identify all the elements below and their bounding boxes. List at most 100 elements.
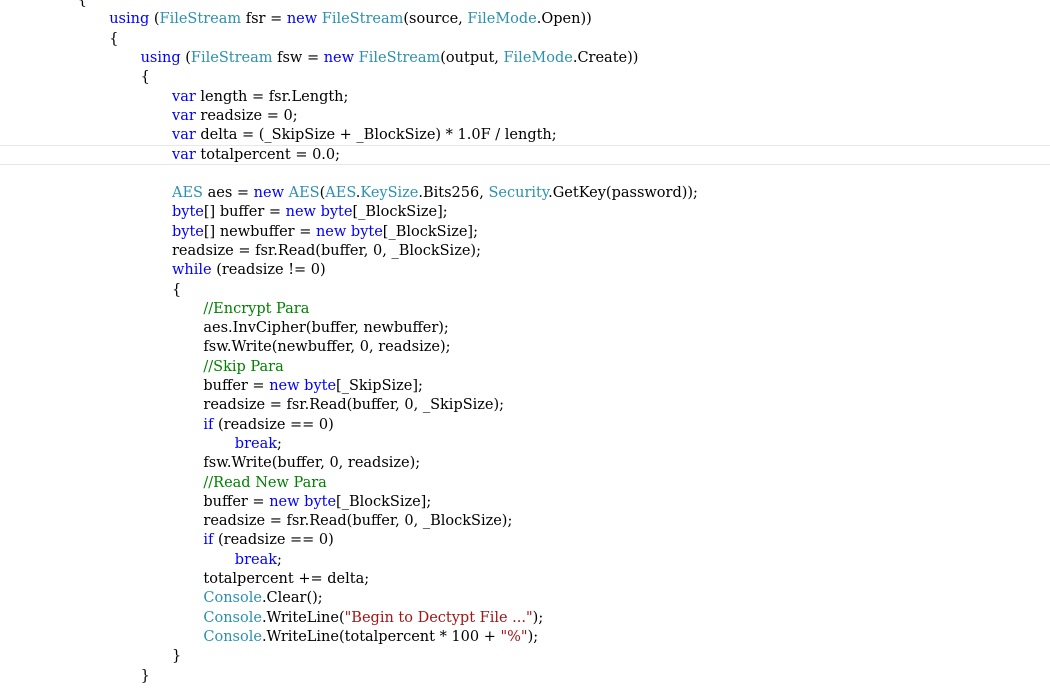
code-token-keyword: byte	[304, 493, 337, 510]
code-token-plain: readsize = fsr.Read(buffer, 0, _SkipSize…	[203, 397, 505, 414]
code-token-keyword: if	[203, 532, 214, 549]
code-token-plain: .Open))	[536, 11, 592, 28]
code-editor[interactable]: {using (FileStream fsr = new FileStream(…	[0, 0, 1050, 691]
code-line[interactable]: using (FileStream fsr = new FileStream(s…	[0, 10, 1050, 29]
code-line[interactable]: fsw.Write(buffer, 0, readsize);	[0, 454, 1050, 473]
code-token-plain: buffer =	[203, 493, 270, 510]
code-token-plain: [_BlockSize];	[382, 223, 478, 240]
code-token-plain: [_SkipSize];	[336, 378, 423, 394]
code-token-plain: ;	[277, 435, 282, 452]
code-token-string: "%"	[500, 628, 528, 645]
code-line[interactable]: if (readsize == 0)	[0, 416, 1050, 435]
code-line[interactable]: var delta = (_SkipSize + _BlockSize) * 1…	[0, 126, 1050, 145]
code-line[interactable]: var readsize = 0;	[0, 107, 1050, 126]
code-token-plain: {	[140, 69, 150, 86]
code-token-plain: .GetKey(password));	[548, 185, 698, 201]
code-token-keyword: new	[269, 378, 300, 394]
code-token-plain: (readsize == 0)	[213, 416, 334, 433]
code-line[interactable]: {	[0, 30, 1050, 49]
code-token-comment: //Skip Para	[203, 358, 284, 375]
code-token-plain: {	[172, 281, 182, 298]
code-line[interactable]: AES aes = new AES(AES.KeySize.Bits256, S…	[0, 184, 1050, 203]
code-token-plain: readsize = 0;	[195, 107, 298, 124]
code-token-plain: readsize = fsr.Read(buffer, 0, _BlockSiz…	[203, 513, 513, 530]
code-token-plain: [] buffer =	[203, 204, 286, 221]
code-token-plain: ;	[277, 551, 282, 568]
code-token-plain: buffer =	[203, 378, 270, 394]
code-token-keyword: if	[203, 416, 214, 433]
code-token-plain: (source,	[403, 11, 468, 28]
code-line[interactable]: totalpercent += delta;	[0, 570, 1050, 589]
code-token-plain: fsr =	[241, 11, 287, 28]
code-token-type: KeySize	[360, 185, 419, 201]
code-token-keyword: byte	[172, 223, 204, 240]
code-line[interactable]: break;	[0, 435, 1050, 454]
code-token-type: FileStream	[321, 11, 404, 28]
code-token-keyword: using	[109, 11, 150, 28]
code-token-keyword: byte	[304, 378, 337, 394]
code-token-plain: (output,	[440, 49, 504, 66]
code-token-plain: {	[77, 0, 88, 8]
code-line[interactable]: {	[0, 281, 1050, 300]
code-line[interactable]: readsize = fsr.Read(buffer, 0, _SkipSize…	[0, 396, 1050, 415]
code-token-plain: .Clear();	[261, 590, 323, 607]
code-token-plain: [_BlockSize];	[352, 204, 448, 221]
code-token-keyword: break	[234, 435, 278, 452]
code-token-keyword: using	[140, 49, 181, 66]
code-line[interactable]: fsw.Write(newbuffer, 0, readsize);	[0, 338, 1050, 357]
code-token-type: Console	[203, 628, 262, 645]
code-line[interactable]: }	[0, 647, 1050, 666]
code-token-plain: fsw.Write(newbuffer, 0, readsize);	[203, 339, 451, 356]
code-line[interactable]: var length = fsr.Length;	[0, 88, 1050, 107]
code-token-plain: .WriteLine(totalpercent * 100 +	[261, 628, 501, 645]
code-token-plain: .WriteLine(	[261, 609, 345, 626]
code-token-plain: [] newbuffer =	[203, 223, 316, 240]
code-line[interactable]: //Read New Para	[0, 474, 1050, 493]
code-line[interactable]: }	[0, 667, 1050, 686]
code-token-plain: .Bits256,	[418, 185, 489, 201]
code-line[interactable]: buffer = new byte[_BlockSize];	[0, 493, 1050, 512]
code-token-type: FileMode	[503, 49, 573, 66]
code-line[interactable]: readsize = fsr.Read(buffer, 0, _BlockSiz…	[0, 242, 1050, 261]
code-token-plain: totalpercent = 0.0;	[195, 147, 341, 164]
code-line[interactable]: buffer = new byte[_SkipSize];	[0, 377, 1050, 396]
code-token-keyword: new	[315, 223, 347, 240]
code-token-keyword: new	[286, 11, 318, 28]
code-line[interactable]: {	[0, 68, 1050, 87]
code-line[interactable]: if (readsize == 0)	[0, 531, 1050, 550]
code-token-type: FileStream	[190, 49, 273, 66]
code-line[interactable]: readsize = fsr.Read(buffer, 0, _BlockSiz…	[0, 512, 1050, 531]
code-token-plain: length = fsr.Length;	[195, 88, 349, 105]
code-token-plain: (	[149, 11, 160, 28]
code-line[interactable]: {	[0, 0, 1050, 10]
code-line[interactable]: Console.Clear();	[0, 589, 1050, 608]
code-line[interactable]: var totalpercent = 0.0;	[0, 145, 1050, 165]
code-token-keyword: var	[172, 127, 196, 144]
code-line[interactable]: break;	[0, 551, 1050, 570]
code-line[interactable]: while (readsize != 0)	[0, 261, 1050, 280]
code-line[interactable]: //Encrypt Para	[0, 300, 1050, 319]
code-line[interactable]: aes.InvCipher(buffer, newbuffer);	[0, 319, 1050, 338]
code-token-plain: totalpercent += delta;	[203, 571, 370, 587]
code-token-plain: aes.InvCipher(buffer, newbuffer);	[203, 320, 449, 337]
code-token-type: Console	[203, 609, 262, 626]
code-token-comment: //Read New Para	[203, 474, 327, 491]
code-token-keyword: while	[172, 262, 212, 279]
code-token-keyword: var	[172, 88, 196, 105]
code-line[interactable]: byte[] buffer = new byte[_BlockSize];	[0, 203, 1050, 222]
code-line[interactable]	[0, 165, 1050, 184]
code-line[interactable]: using (FileStream fsw = new FileStream(o…	[0, 49, 1050, 68]
code-line[interactable]: Console.WriteLine(totalpercent * 100 + "…	[0, 628, 1050, 647]
code-token-type: AES	[325, 185, 356, 201]
code-token-plain: [_BlockSize];	[336, 493, 432, 510]
code-token-type: AES	[172, 185, 203, 201]
code-token-plain: aes =	[203, 185, 254, 201]
code-line[interactable]: Console.WriteLine("Begin to Dectypt File…	[0, 609, 1050, 628]
code-line[interactable]: //Skip Para	[0, 358, 1050, 377]
code-token-type: FileStream	[159, 11, 242, 28]
code-line[interactable]: byte[] newbuffer = new byte[_BlockSize];	[0, 223, 1050, 242]
code-token-plain: (readsize != 0)	[211, 262, 326, 279]
code-token-keyword: byte	[320, 204, 353, 221]
code-token-type: Security	[488, 185, 549, 201]
code-token-plain: delta = (_SkipSize + _BlockSize) * 1.0F …	[195, 127, 557, 144]
